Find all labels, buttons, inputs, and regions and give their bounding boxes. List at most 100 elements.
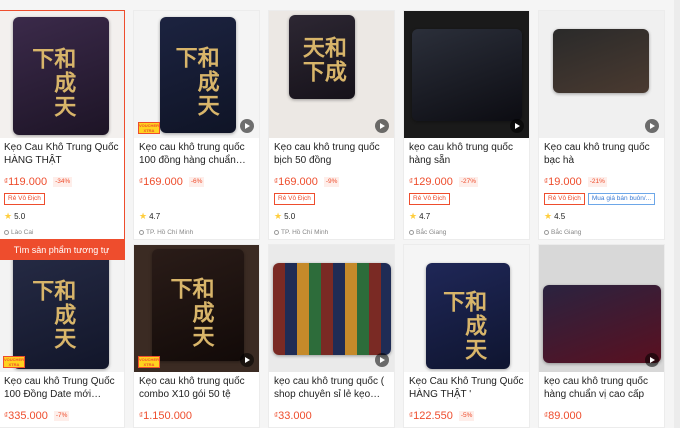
play-icon[interactable] [645, 353, 659, 367]
package-calligraphy: 和成天下 [28, 279, 77, 351]
tag-list [139, 193, 254, 205]
star-icon: ★ [4, 211, 13, 221]
product-price: ₫122.550 [409, 409, 453, 422]
package-calligraphy: 和成天下 [298, 36, 347, 84]
product-package: 和成天下 [426, 263, 510, 369]
product-tag: Mua giá bán buôn/... [587, 193, 656, 205]
product-package: 和成天下 [13, 17, 109, 135]
find-similar-button[interactable]: Tìm sản phẩm tương tự [0, 240, 125, 260]
product-card[interactable]: kẹo cau khô trung quốc ( shop chuyên sỉ … [268, 244, 395, 428]
product-card[interactable]: Kẹo cau khô trung quốc bạc hà ₫19.000 -21%… [538, 10, 665, 240]
star-icon: ★ [139, 211, 148, 221]
product-card[interactable]: 和成天下 Kẹo cau khô trung quốc bịch 50 đồng ₫… [268, 10, 395, 240]
product-card[interactable]: kẹo cau khô trung quốc hàng chuẩn vị cao… [538, 244, 665, 428]
play-icon[interactable] [240, 353, 254, 367]
star-icon: ★ [409, 211, 418, 221]
product-title[interactable]: kẹo cau khô trung quốc hàng sẵn [409, 142, 524, 167]
location-pin-icon [139, 229, 144, 235]
product-title[interactable]: Kẹo Cau Khô Trung Quốc HÀNG THẬT ' [409, 376, 524, 401]
price-row: ₫33.000 [274, 409, 389, 422]
product-price: ₫1.150.000 [139, 409, 193, 422]
product-image[interactable]: 和成天下 VOUCHER XTRA [134, 245, 259, 372]
discount-badge: -27% [458, 176, 479, 187]
location-pin-icon [274, 229, 279, 235]
rating: ★ 5.0 [4, 211, 26, 221]
play-icon[interactable] [375, 119, 389, 133]
product-info: kẹo cau khô trung quốc hàng chuẩn vị cao… [539, 372, 664, 422]
product-title[interactable]: Kẹo cau khô trung quốc 100 đồng hàng chu… [139, 142, 254, 167]
product-info: kẹo cau khô trung quốc hàng sẵn ₫129.000-… [404, 138, 529, 237]
product-package [412, 29, 522, 121]
product-package: 和成天下 [152, 249, 244, 361]
play-icon[interactable] [240, 119, 254, 133]
tag-list: Rẻ Vô Địch [409, 193, 524, 205]
product-card[interactable]: 和成天下 VOUCHER XTRA Kẹo cau khô Trung Quốc 1… [0, 244, 125, 428]
package-calligraphy: 和成天下 [28, 46, 77, 119]
product-price: ₫89.000 [544, 409, 582, 422]
product-package: 和成天下 [160, 17, 236, 133]
discount-badge: -5% [458, 410, 475, 421]
discount-badge: -21% [587, 176, 607, 187]
product-tag: Rẻ Vô Địch [274, 193, 315, 205]
product-image[interactable]: 和成天下 [404, 245, 529, 372]
product-image[interactable]: 和成天下 VOUCHER XTRA [0, 245, 124, 372]
product-package: 和成天下 [13, 249, 109, 369]
product-info: Kẹo Cau Khô Trung Quốc HÀNG THẬT ₫119.000… [0, 138, 124, 237]
product-image[interactable] [539, 11, 664, 138]
seller-location: Bắc Giang [409, 227, 524, 237]
product-info: Kẹo cau khô Trung Quốc 100 Đồng Date mới… [0, 372, 124, 422]
product-price: ₫33.000 [274, 409, 312, 422]
product-info: Kẹo cau khô trung quốc bạc hà ₫19.000 -21%… [539, 138, 664, 237]
product-package: 和成天下 [289, 15, 355, 99]
product-title[interactable]: Kẹo cau khô Trung Quốc 100 Đồng Date mới… [4, 376, 119, 401]
play-icon[interactable] [645, 119, 659, 133]
product-card[interactable]: 和成天下 Kẹo Cau Khô Trung Quốc HÀNG THẬT ₫119… [0, 10, 125, 260]
rating: ★ 4.7 [139, 211, 161, 221]
seller-location: TP. Hồ Chí Minh [139, 227, 254, 237]
product-info: Kẹo cau khô trung quốc combo X10 gói 50 … [134, 372, 259, 422]
location-pin-icon [544, 229, 549, 235]
tag-list: Rẻ Vô Địch Mua giá bán buôn/... [544, 193, 659, 205]
product-image[interactable] [539, 245, 664, 372]
product-card[interactable]: kẹo cau khô trung quốc hàng sẵn ₫129.000-… [403, 10, 530, 240]
product-image[interactable]: 和成天下 [269, 11, 394, 138]
product-image[interactable]: 和成天下 [0, 11, 124, 138]
price-row: ₫119.000 -34% [4, 175, 119, 188]
product-image[interactable] [404, 11, 529, 138]
product-info: kẹo cau khô trung quốc ( shop chuyên sỉ … [269, 372, 394, 422]
price-row: ₫19.000 -21% [544, 175, 659, 188]
product-tag: Rẻ Vô Địch [544, 193, 585, 205]
play-icon[interactable] [375, 353, 389, 367]
discount-badge: -6% [188, 176, 205, 187]
product-title[interactable]: kẹo cau khô trung quốc ( shop chuyên sỉ … [274, 376, 389, 401]
tag-list: Rẻ Vô Địch [4, 193, 119, 205]
product-title[interactable]: kẹo cau khô trung quốc hàng chuẩn vị cao… [544, 376, 659, 401]
product-card[interactable]: 和成天下 VOUCHER XTRA Kẹo cau khô trung quốc c… [133, 244, 260, 428]
location-pin-icon [4, 229, 9, 235]
product-price: ₫335.000 [4, 409, 48, 422]
price-row: ₫89.000 [544, 409, 659, 422]
price-row: ₫169.000 -9% [274, 175, 389, 188]
product-image[interactable] [269, 245, 394, 372]
product-title[interactable]: Kẹo Cau Khô Trung Quốc HÀNG THẬT [4, 142, 119, 167]
package-calligraphy: 和成天下 [166, 277, 215, 349]
package-calligraphy: 和成天下 [439, 289, 488, 362]
discount-badge: -9% [323, 176, 340, 187]
product-image[interactable]: 和成天下 VOUCHER XTRA [134, 11, 259, 138]
seller-location: Lào Cai [4, 227, 119, 237]
price-row: ₫335.000 -7% [4, 409, 119, 422]
product-title[interactable]: Kẹo cau khô trung quốc bạc hà [544, 142, 659, 167]
price-row: ₫169.000 -6% [139, 175, 254, 188]
product-card[interactable]: 和成天下 Kẹo Cau Khô Trung Quốc HÀNG THẬT ' ₫1… [403, 244, 530, 428]
play-icon[interactable] [510, 119, 524, 133]
rating: ★ 5.0 [274, 211, 296, 221]
product-card[interactable]: 和成天下 VOUCHER XTRA Kẹo cau khô trung quốc 1… [133, 10, 260, 240]
page-scrollbar[interactable] [674, 0, 680, 428]
product-title[interactable]: Kẹo cau khô trung quốc bịch 50 đồng [274, 142, 389, 167]
product-info: Kẹo Cau Khô Trung Quốc HÀNG THẬT ' ₫122.5… [404, 372, 529, 422]
product-package [543, 285, 661, 363]
price-row: ₫1.150.000 [139, 409, 254, 422]
product-info: Kẹo cau khô trung quốc 100 đồng hàng chu… [134, 138, 259, 237]
product-title[interactable]: Kẹo cau khô trung quốc combo X10 gói 50 … [139, 376, 254, 401]
rating: ★ 4.5 [544, 211, 566, 221]
